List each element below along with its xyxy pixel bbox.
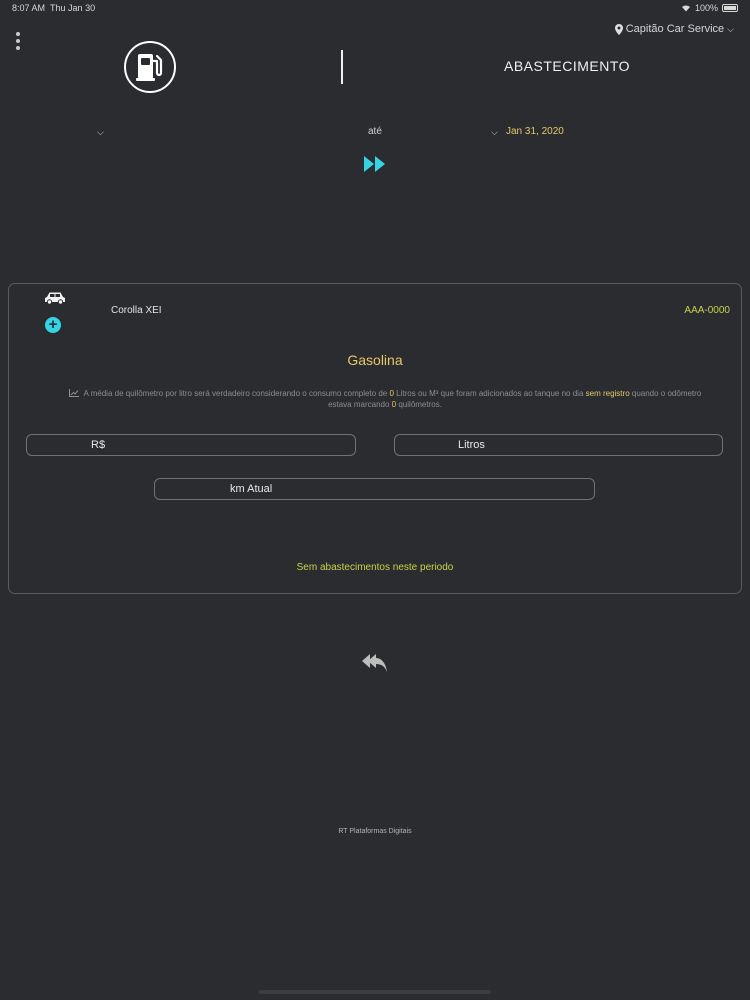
end-date-chevron-icon[interactable]: ⌵	[491, 127, 498, 138]
back-reply-all-button[interactable]	[361, 652, 389, 674]
add-refuel-button[interactable]: +	[45, 317, 61, 333]
vehicle-plate: AAA-0000	[684, 305, 730, 316]
empty-state-message: Sem abastecimentos neste periodo	[296, 562, 454, 573]
chevron-down-icon: ⌵	[97, 127, 104, 137]
status-indicators: 100%	[681, 3, 738, 13]
info-km: 0	[391, 400, 397, 409]
footer-credit: RT Plataformas Digitais	[338, 828, 412, 835]
battery-icon	[722, 4, 738, 12]
wifi-icon	[681, 5, 690, 12]
battery-percent: 100%	[694, 3, 718, 13]
vehicle-name: Corolla XEI	[111, 305, 162, 316]
location-pin-icon	[614, 23, 623, 35]
page-title: ABASTECIMENTO	[504, 58, 631, 74]
home-indicator	[259, 990, 491, 994]
fuel-pump-logo	[124, 41, 176, 93]
fast-forward-button[interactable]	[362, 154, 388, 174]
line-chart-icon	[68, 389, 79, 397]
info-liters: 0	[389, 389, 394, 398]
fuel-pump-icon	[136, 54, 163, 81]
location-selector[interactable]: Capitão Car Service ⌵	[614, 23, 734, 35]
info-day: sem registro	[585, 389, 630, 398]
liters-input[interactable]: Litros	[394, 434, 723, 456]
fuel-type: Gasolina	[347, 352, 403, 368]
status-time: 8:07 AM Thu Jan 30	[12, 3, 96, 13]
date-range-separator: até	[368, 126, 382, 137]
consumption-info: A média de quilômetro por litro será ver…	[60, 388, 710, 410]
chevron-down-icon: ⌵	[727, 23, 734, 34]
plus-icon: +	[48, 316, 58, 333]
car-icon	[45, 292, 65, 305]
end-date-picker[interactable]: Jan 31, 2020	[506, 126, 564, 137]
header-divider	[341, 50, 343, 84]
price-input[interactable]: R$	[26, 434, 356, 456]
location-label: Capitão Car Service	[625, 23, 725, 35]
odometer-input[interactable]: km Atual	[154, 478, 595, 500]
more-menu-button[interactable]	[14, 32, 22, 50]
start-date-picker[interactable]: ⌵	[97, 127, 104, 138]
